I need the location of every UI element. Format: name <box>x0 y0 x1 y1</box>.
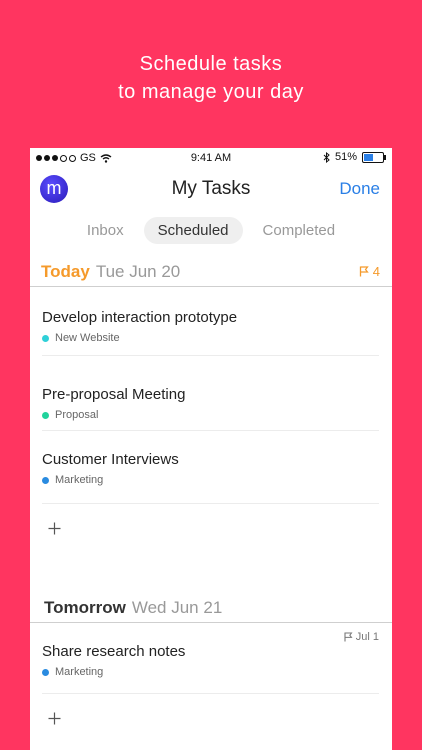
section-name: Today <box>41 262 90 281</box>
project-label: Marketing <box>55 666 104 678</box>
task-count-value: 4 <box>372 264 380 279</box>
flag-icon <box>344 632 353 642</box>
task-title: Share research notes <box>42 643 186 660</box>
project-color-dot <box>42 668 49 676</box>
task-row[interactable]: Pre-proposal Meeting Proposal <box>42 356 379 431</box>
project-color-dot <box>42 411 49 419</box>
phone-screen: GS 9:41 AM 51% m My Tasks Done Inbox Sch… <box>30 148 392 750</box>
plus-icon <box>48 712 61 725</box>
task-project: New Website <box>42 332 379 344</box>
due-date-label: Jul 1 <box>355 631 379 643</box>
project-label: Proposal <box>55 409 99 421</box>
page-title: My Tasks <box>171 178 251 199</box>
task-title: Develop interaction prototype <box>42 309 238 326</box>
bluetooth-icon <box>323 151 330 163</box>
tab-inbox[interactable]: Inbox <box>73 217 138 244</box>
battery-icon <box>362 151 386 163</box>
task-project: Marketing <box>42 666 379 678</box>
section-header-tomorrow: Tomorrow Wed Jun 21 <box>30 586 392 623</box>
task-count: 4 <box>359 264 380 279</box>
status-bar: GS 9:41 AM 51% <box>30 148 392 168</box>
project-color-dot <box>42 476 49 484</box>
plus-icon <box>48 522 61 535</box>
battery-percent: 51% <box>334 151 357 163</box>
add-task-button[interactable] <box>42 504 392 552</box>
section-date: Wed Jun 21 <box>131 598 223 617</box>
tab-completed[interactable]: Completed <box>249 217 350 244</box>
tab-scheduled[interactable]: Scheduled <box>143 216 243 244</box>
task-title: Customer Interviews <box>42 451 179 468</box>
due-date: Jul 1 <box>344 631 379 643</box>
section-header-today: Today Tue Jun 20 4 <box>30 250 392 287</box>
project-color-dot <box>42 334 49 342</box>
project-label: Marketing <box>55 474 104 486</box>
section-name: Tomorrow <box>44 598 126 617</box>
headline: Schedule tasks to manage your day <box>0 50 422 106</box>
task-title: Pre-proposal Meeting <box>42 386 186 403</box>
headline-line-1: Schedule tasks <box>139 53 283 75</box>
task-project: Marketing <box>42 474 379 486</box>
tab-bar: Inbox Scheduled Completed <box>30 210 392 250</box>
task-row[interactable]: Jul 1 Share research notes Marketing <box>42 623 379 694</box>
done-button[interactable]: Done <box>339 179 380 199</box>
status-right: 51% <box>323 151 386 163</box>
project-label: New Website <box>55 332 120 344</box>
task-project: Proposal <box>42 409 379 421</box>
nav-bar: m My Tasks Done <box>30 168 392 210</box>
headline-line-2: to manage your day <box>118 81 304 103</box>
add-task-button[interactable] <box>42 694 392 742</box>
flag-icon <box>359 266 369 277</box>
task-row[interactable]: Customer Interviews Marketing <box>42 431 379 504</box>
task-row[interactable]: Develop interaction prototype New Websit… <box>42 287 379 356</box>
section-date: Tue Jun 20 <box>95 262 181 281</box>
